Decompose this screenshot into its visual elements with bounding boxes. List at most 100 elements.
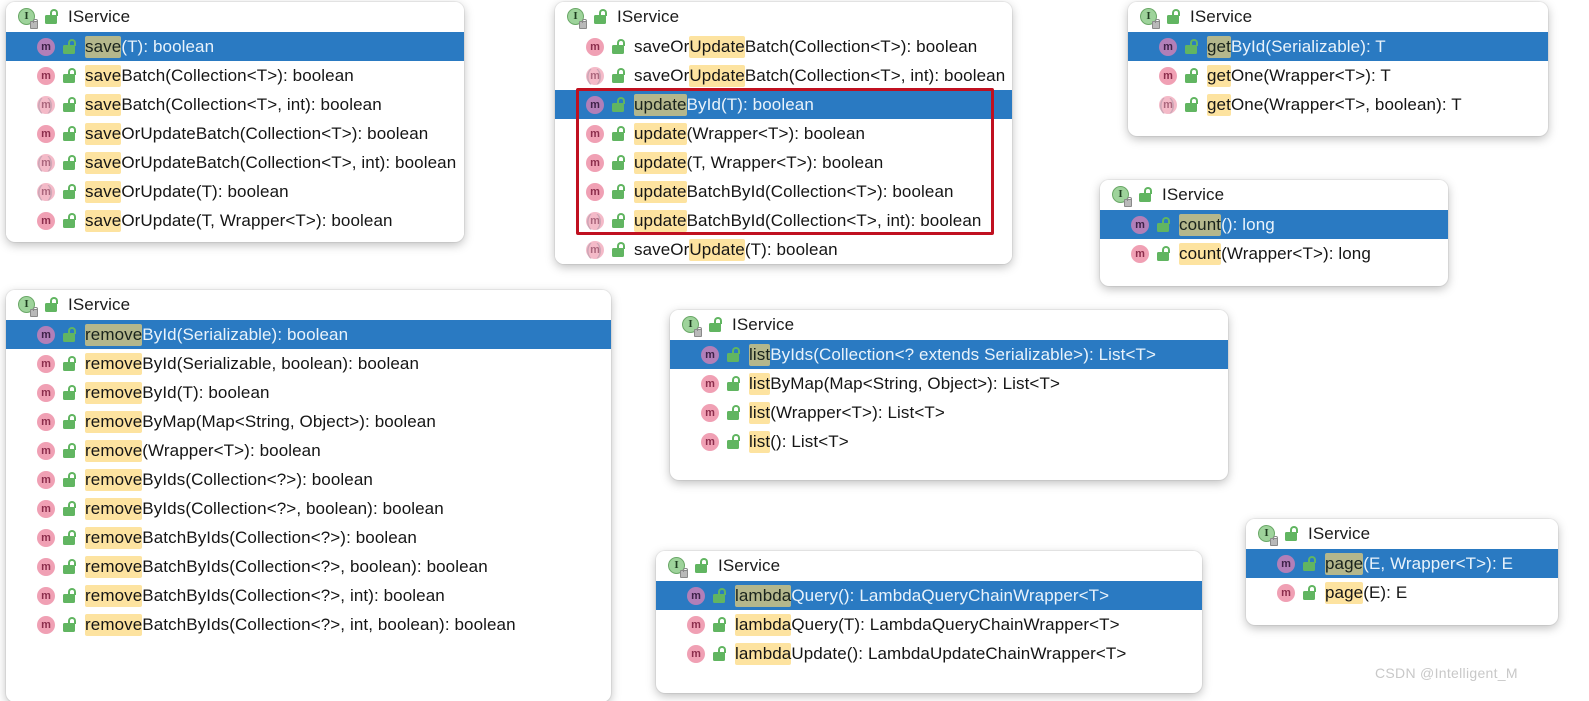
method-signature: getOne(Wrapper<T>): T: [1207, 67, 1391, 84]
default-method-m-icon: m( ): [36, 95, 56, 115]
completion-item[interactable]: msave(T): boolean: [6, 32, 464, 61]
match-highlight: save: [85, 65, 121, 87]
completion-item[interactable]: mgetById(Serializable): T: [1128, 32, 1548, 61]
completion-item[interactable]: mlistByIds(Collection<? extends Serializ…: [670, 340, 1228, 369]
completion-item[interactable]: mcount(): long: [1100, 210, 1448, 239]
method-m-icon: m: [36, 557, 56, 577]
completion-item[interactable]: m( )saveOrUpdate(T): boolean: [6, 177, 464, 206]
completion-item[interactable]: msaveOrUpdate(T, Wrapper<T>): boolean: [6, 206, 464, 235]
match-highlight: lambda: [735, 614, 791, 636]
completion-item[interactable]: m( )updateBatchById(Collection<T>, int):…: [555, 206, 1012, 235]
completion-item[interactable]: msaveOrUpdateBatch(Collection<T>): boole…: [6, 119, 464, 148]
completion-item[interactable]: mpage(E, Wrapper<T>): E: [1246, 549, 1558, 578]
completion-item[interactable]: mgetOne(Wrapper<T>): T: [1128, 61, 1548, 90]
match-highlight: remove: [85, 440, 142, 462]
match-highlight: get: [1207, 65, 1231, 87]
popup-save-panel: IIServicemsave(T): booleanmsaveBatch(Col…: [6, 2, 464, 242]
method-signature: getOne(Wrapper<T>, boolean): T: [1207, 96, 1462, 113]
match-highlight: count: [1179, 214, 1221, 236]
method-signature: removeByMap(Map<String, Object>): boolea…: [85, 413, 436, 430]
completion-list: mremoveById(Serializable): booleanmremov…: [6, 320, 611, 639]
completion-item[interactable]: mremoveById(Serializable): boolean: [6, 320, 611, 349]
completion-list: mgetById(Serializable): TmgetOne(Wrapper…: [1128, 32, 1548, 119]
match-highlight: save: [85, 94, 121, 116]
completion-item[interactable]: mupdateById(T): boolean: [555, 90, 1012, 119]
completion-item[interactable]: mremoveBatchByIds(Collection<?>): boolea…: [6, 523, 611, 552]
completion-item[interactable]: mlist(Wrapper<T>): List<T>: [670, 398, 1228, 427]
match-highlight: save: [85, 123, 121, 145]
method-m-icon: m: [686, 644, 706, 664]
public-open-padlock-icon: [62, 501, 77, 517]
csdn-watermark: CSDN @Intelligent_M: [1375, 665, 1518, 681]
completion-item[interactable]: msaveBatch(Collection<T>): boolean: [6, 61, 464, 90]
popup-header: I IService: [555, 2, 1012, 32]
panel-title-update-panel: IService: [617, 7, 679, 27]
method-m-icon: m: [700, 403, 720, 423]
completion-item[interactable]: m( )saveOrUpdateBatch(Collection<T>, int…: [555, 61, 1012, 90]
completion-item[interactable]: mupdate(T, Wrapper<T>): boolean: [555, 148, 1012, 177]
public-open-padlock-icon: [1184, 39, 1199, 55]
completion-item[interactable]: mremoveBatchByIds(Collection<?>, int, bo…: [6, 610, 611, 639]
public-open-padlock-icon: [712, 617, 727, 633]
completion-item[interactable]: m( )saveBatch(Collection<T>, int): boole…: [6, 90, 464, 119]
match-highlight: remove: [85, 556, 142, 578]
match-highlight: update: [634, 210, 687, 232]
method-signature: removeById(Serializable, boolean): boole…: [85, 355, 419, 372]
interface-i-icon: I: [567, 8, 586, 27]
match-highlight: Update: [689, 65, 744, 87]
completion-item[interactable]: mremoveByIds(Collection<?>, boolean): bo…: [6, 494, 611, 523]
completion-item[interactable]: mlistByMap(Map<String, Object>): List<T>: [670, 369, 1228, 398]
completion-item[interactable]: m( ) getOne(Wrapper<T>, boolean): T: [1128, 90, 1548, 119]
popup-count-panel: IIServicemcount(): longmcount(Wrapper<T>…: [1100, 180, 1448, 286]
method-signature: update(Wrapper<T>): boolean: [634, 125, 865, 142]
completion-item[interactable]: mlambdaQuery(): LambdaQueryChainWrapper<…: [656, 581, 1202, 610]
method-signature: lambdaQuery(): LambdaQueryChainWrapper<T…: [735, 587, 1109, 604]
method-m-icon: m: [1158, 37, 1178, 57]
match-highlight: update: [634, 152, 687, 174]
completion-item[interactable]: m( )saveOrUpdateBatch(Collection<T>, int…: [6, 148, 464, 177]
default-method-m-icon: m( ): [1158, 95, 1178, 115]
completion-item[interactable]: mremoveById(Serializable, boolean): bool…: [6, 349, 611, 378]
completion-item[interactable]: mremoveByMap(Map<String, Object>): boole…: [6, 407, 611, 436]
public-open-padlock-icon: [62, 97, 77, 113]
public-open-padlock-icon: [611, 184, 626, 200]
completion-item[interactable]: mremoveByIds(Collection<?>): boolean: [6, 465, 611, 494]
completion-item[interactable]: mupdate(Wrapper<T>): boolean: [555, 119, 1012, 148]
lock-badge-icon: [1152, 21, 1160, 29]
completion-item[interactable]: mupdateBatchById(Collection<T>): boolean: [555, 177, 1012, 206]
completion-item[interactable]: msaveOrUpdateBatch(Collection<T>): boole…: [555, 32, 1012, 61]
method-signature: removeById(T): boolean: [85, 384, 270, 401]
method-signature: saveOrUpdateBatch(Collection<T>, int): b…: [85, 154, 456, 171]
public-open-padlock-icon: [611, 39, 626, 55]
method-signature: removeByIds(Collection<?>, boolean): boo…: [85, 500, 444, 517]
default-method-m-icon: m( ): [585, 66, 605, 86]
completion-item[interactable]: mremoveBatchByIds(Collection<?>, boolean…: [6, 552, 611, 581]
completion-item[interactable]: mremoveBatchByIds(Collection<?>, int): b…: [6, 581, 611, 610]
method-signature: removeById(Serializable): boolean: [85, 326, 348, 343]
method-signature: updateBatchById(Collection<T>): boolean: [634, 183, 954, 200]
match-highlight: remove: [85, 411, 142, 433]
completion-item[interactable]: mcount(Wrapper<T>): long: [1100, 239, 1448, 268]
completion-item[interactable]: mlambdaQuery(T): LambdaQueryChainWrapper…: [656, 610, 1202, 639]
completion-item[interactable]: mpage(E): E: [1246, 578, 1558, 607]
completion-item[interactable]: mremoveById(T): boolean: [6, 378, 611, 407]
completion-item[interactable]: mlambdaUpdate(): LambdaUpdateChainWrappe…: [656, 639, 1202, 668]
panel-title-save-panel: IService: [68, 7, 130, 27]
match-highlight: save: [85, 181, 121, 203]
method-m-icon: m: [585, 95, 605, 115]
match-highlight: remove: [85, 527, 142, 549]
completion-item[interactable]: mremove(Wrapper<T>): boolean: [6, 436, 611, 465]
match-highlight: remove: [85, 382, 142, 404]
completion-item[interactable]: m( )saveOrUpdate(T): boolean: [555, 235, 1012, 264]
public-open-padlock-icon: [712, 646, 727, 662]
method-signature: removeByIds(Collection<?>): boolean: [85, 471, 373, 488]
method-m-icon: m: [1130, 244, 1150, 264]
method-m-icon: m: [1130, 215, 1150, 235]
method-m-icon: m: [36, 586, 56, 606]
match-highlight: save: [85, 152, 121, 174]
match-highlight: remove: [85, 498, 142, 520]
public-open-padlock-icon: [611, 126, 626, 142]
completion-item[interactable]: mlist(): List<T>: [670, 427, 1228, 456]
panel-title-lambda-panel: IService: [718, 556, 780, 576]
lock-badge-icon: [30, 309, 38, 317]
